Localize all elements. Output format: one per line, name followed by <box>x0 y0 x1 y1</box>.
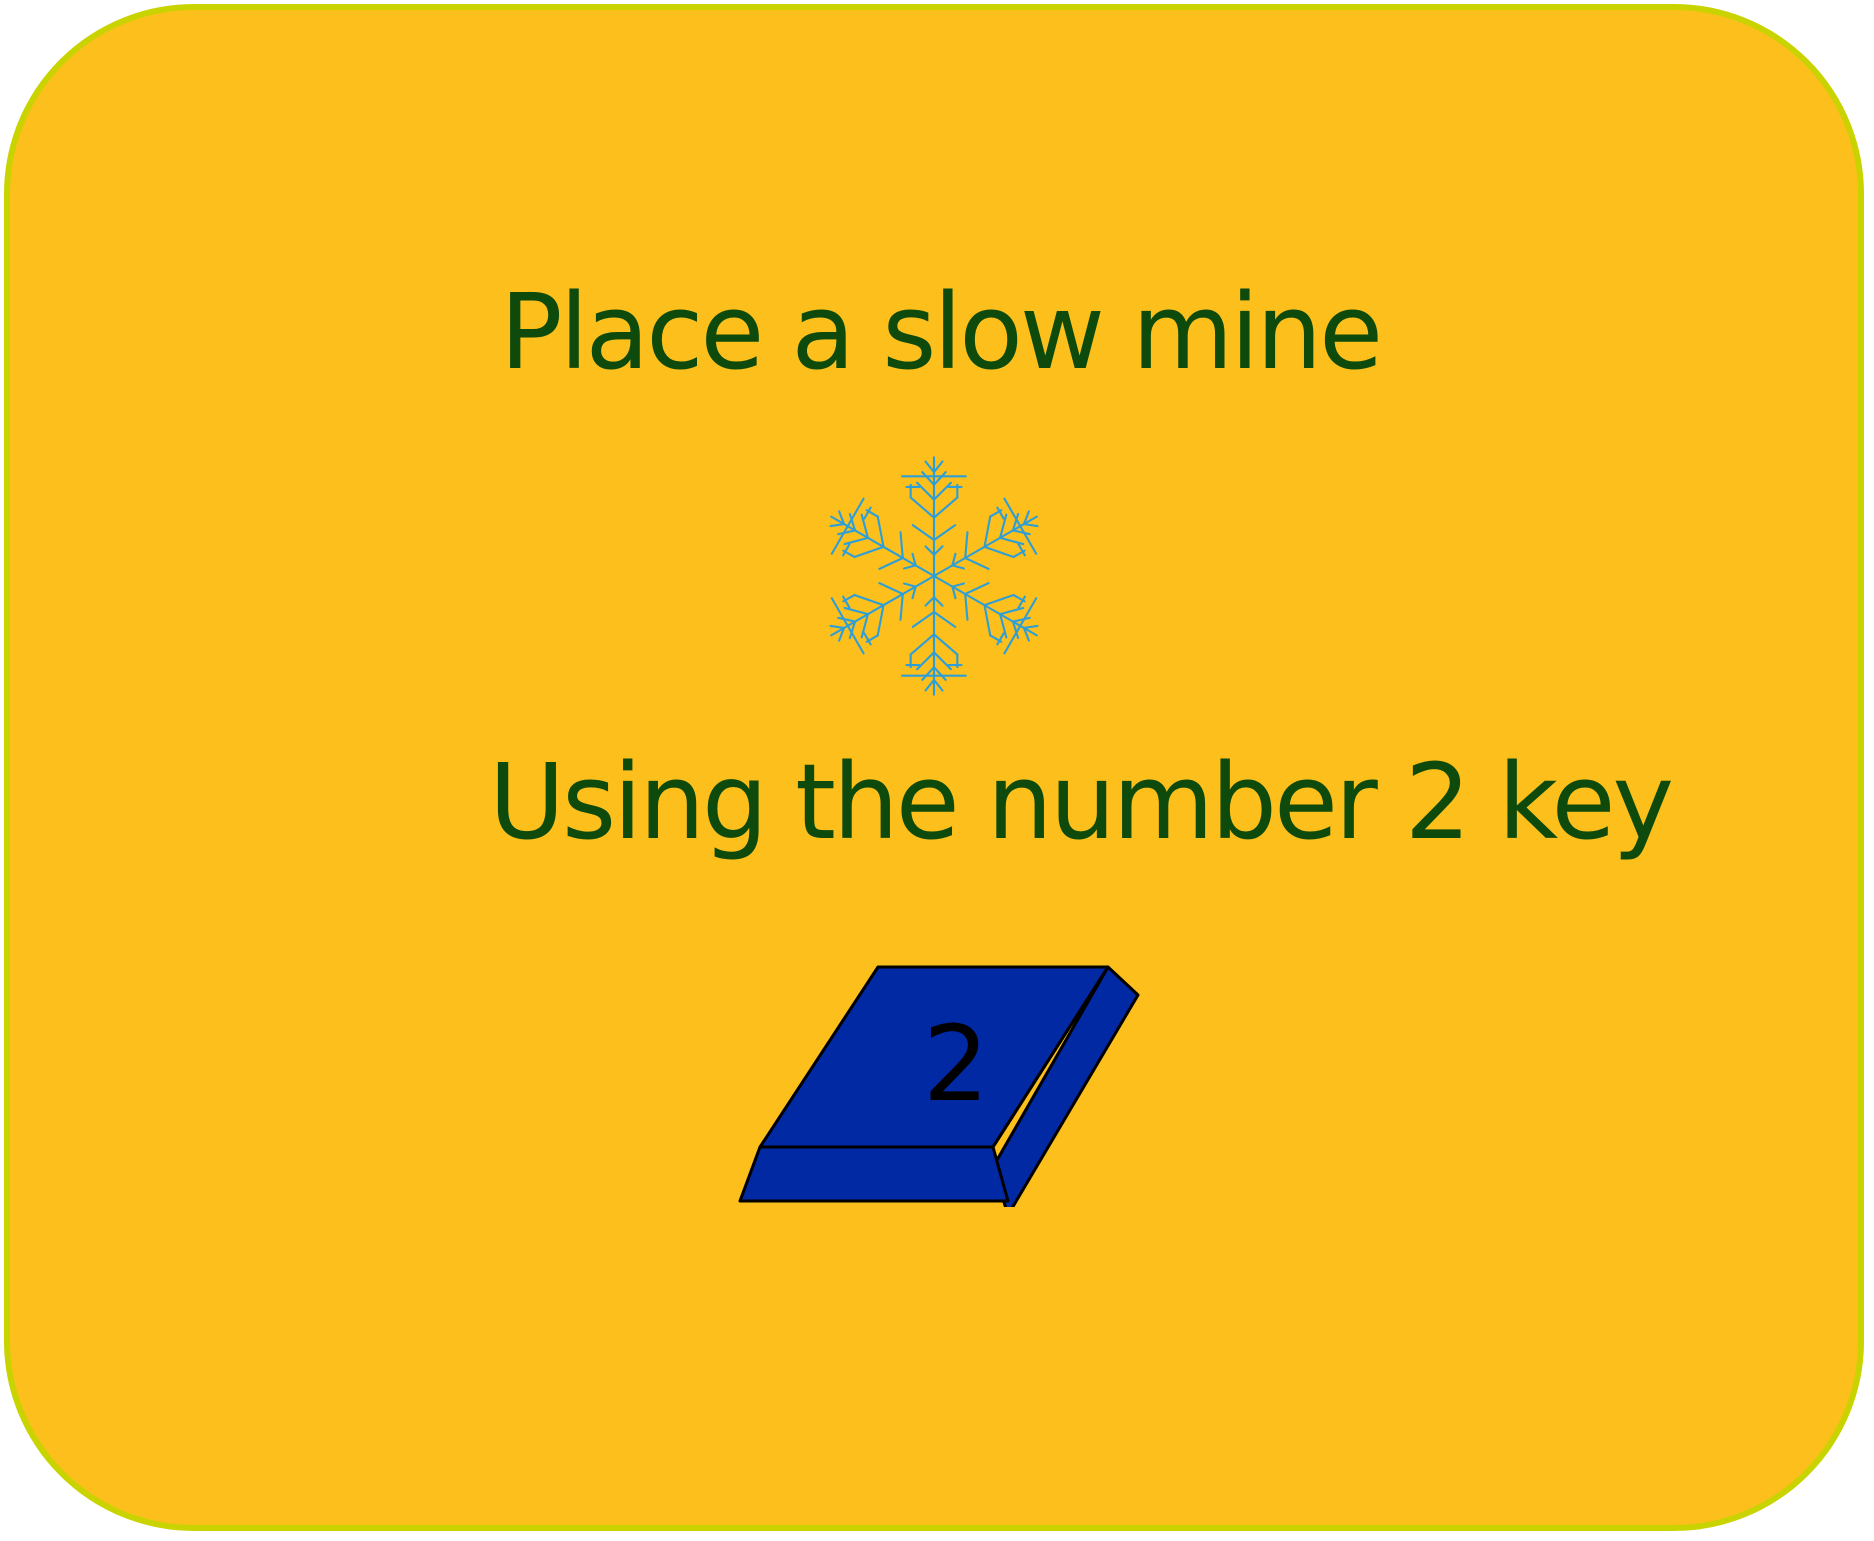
instruction-subtitle: Using the number 2 key <box>488 741 1674 863</box>
instruction-card: Place a slow mine Using the number 2 key… <box>4 4 1864 1531</box>
snowflake-icon <box>828 456 1040 696</box>
instruction-title: Place a slow mine <box>499 271 1383 393</box>
number-2-keycap-icon: 2 <box>738 965 1140 1207</box>
key-label: 2 <box>923 1003 989 1125</box>
